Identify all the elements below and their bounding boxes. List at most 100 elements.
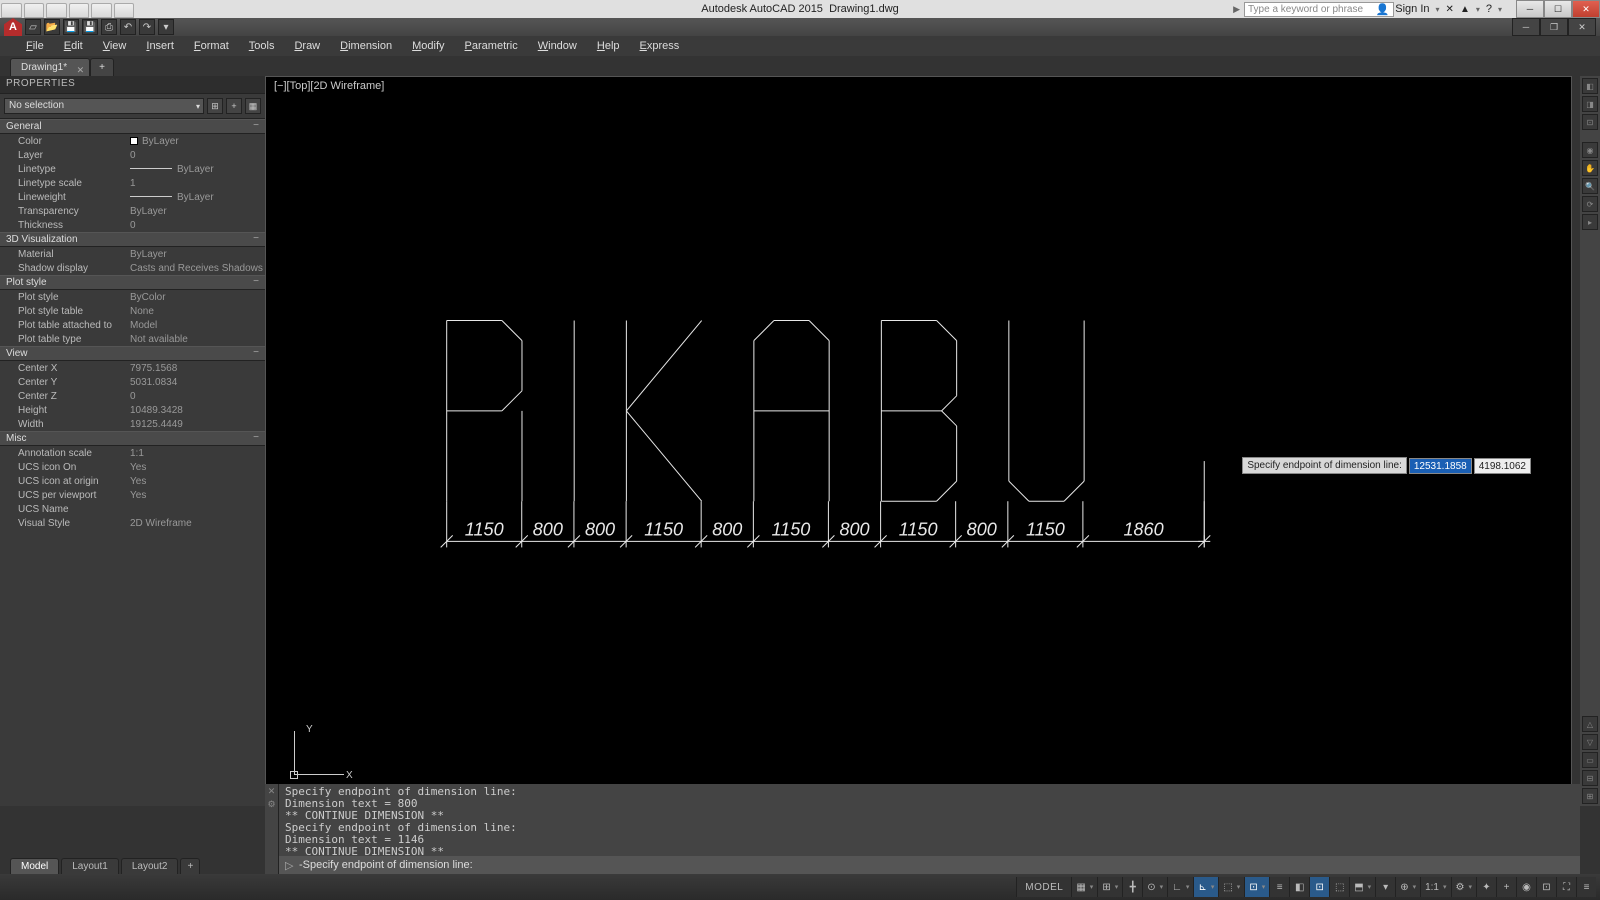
new-icon[interactable]: ▱ [25, 19, 41, 35]
3dosnap-button[interactable]: ⬚ [1329, 877, 1349, 897]
signin-link[interactable]: Sign In [1395, 3, 1429, 15]
dyn-value-2[interactable]: 4198.1062 [1474, 458, 1531, 474]
undo-icon[interactable]: ↶ [120, 19, 136, 35]
help-icon[interactable]: ? [1486, 3, 1492, 15]
menu-insert[interactable]: Insert [136, 38, 184, 54]
app-logo[interactable]: A [4, 18, 22, 36]
nav-icon[interactable]: ▭ [1582, 752, 1598, 768]
prop-row[interactable]: UCS icon at originYes [0, 474, 265, 488]
selection-filter-button[interactable]: ▾ [1375, 877, 1395, 897]
dynamic-input-button[interactable]: ⊙ [1142, 877, 1167, 897]
drawing-canvas[interactable]: [−][Top][2D Wireframe] 11508008001150800… [265, 76, 1572, 806]
prop-row[interactable]: Plot table typeNot available [0, 332, 265, 346]
menu-express[interactable]: Express [630, 38, 690, 54]
prop-section-general[interactable]: General [0, 119, 265, 134]
ortho-button[interactable]: ∟ [1167, 877, 1193, 897]
clean-screen-button[interactable]: ⛶ [1556, 877, 1576, 897]
pickadd-icon[interactable]: + [226, 98, 242, 114]
menu-tools[interactable]: Tools [239, 38, 285, 54]
open-icon[interactable]: 📂 [44, 19, 60, 35]
menu-modify[interactable]: Modify [402, 38, 454, 54]
prop-row[interactable]: LineweightByLayer [0, 190, 265, 204]
prop-row[interactable]: MaterialByLayer [0, 247, 265, 261]
dyn-ucs-button[interactable]: ⬒ [1349, 877, 1375, 897]
exchange-dropdown-icon[interactable]: ▾ [1476, 5, 1480, 14]
prop-row[interactable]: TransparencyByLayer [0, 204, 265, 218]
prop-row[interactable]: Annotation scale1:1 [0, 446, 265, 460]
plot-icon[interactable]: ⎙ [101, 19, 117, 35]
orbit-icon[interactable]: ⟳ [1582, 196, 1598, 212]
layout-tab[interactable]: Layout2 [121, 858, 179, 874]
doc-close-button[interactable]: ✕ [1568, 18, 1596, 36]
prop-row[interactable]: Plot styleByColor [0, 290, 265, 304]
nav-icon[interactable]: ⊞ [1582, 788, 1598, 804]
gizmo-button[interactable]: ⊕ [1395, 877, 1420, 897]
snap-button[interactable]: ⊞ [1097, 877, 1122, 897]
dyn-value-1[interactable]: 12531.1858 [1409, 458, 1472, 474]
polar-button[interactable]: ⊾ [1193, 877, 1218, 897]
help-dropdown-icon[interactable]: ▾ [1498, 5, 1502, 14]
qat-dropdown-icon[interactable]: ▾ [158, 19, 174, 35]
menu-parametric[interactable]: Parametric [455, 38, 528, 54]
minimize-button[interactable]: ─ [1516, 0, 1544, 18]
prop-row[interactable]: Center Z0 [0, 389, 265, 403]
menu-window[interactable]: Window [528, 38, 587, 54]
prop-row[interactable]: Center Y5031.0834 [0, 375, 265, 389]
redo-icon[interactable]: ↷ [139, 19, 155, 35]
selection-cycling-button[interactable]: ⊡ [1309, 877, 1329, 897]
model-space-button[interactable]: MODEL [1016, 877, 1071, 897]
prop-section-plot[interactable]: Plot style [0, 275, 265, 290]
close-button[interactable]: ✕ [1572, 0, 1600, 18]
quick-select-icon[interactable]: ⊞ [207, 98, 223, 114]
saveas-icon[interactable]: 💾 [82, 19, 98, 35]
prop-row[interactable]: LinetypeByLayer [0, 162, 265, 176]
menu-file[interactable]: File [16, 38, 54, 54]
isolate-button[interactable]: ⊡ [1536, 877, 1556, 897]
nav-icon[interactable]: ▽ [1582, 734, 1598, 750]
maximize-button[interactable]: ☐ [1544, 0, 1572, 18]
menu-format[interactable]: Format [184, 38, 239, 54]
prop-row[interactable]: Linetype scale1 [0, 176, 265, 190]
browser-tab[interactable] [1, 3, 22, 18]
selection-dropdown[interactable]: No selection [4, 98, 204, 114]
isoplane-button[interactable]: ⬚ [1218, 877, 1244, 897]
browser-tab[interactable] [24, 3, 45, 18]
prop-row[interactable]: Layer0 [0, 148, 265, 162]
prop-section-misc[interactable]: Misc [0, 431, 265, 446]
hardware-accel-button[interactable]: ◉ [1516, 877, 1536, 897]
workspace-button[interactable]: ✦ [1476, 877, 1496, 897]
prop-row[interactable]: Visual Style2D Wireframe [0, 516, 265, 530]
browser-tab[interactable] [91, 3, 112, 18]
pan-icon[interactable]: ✋ [1582, 160, 1598, 176]
menu-draw[interactable]: Draw [284, 38, 330, 54]
doc-minimize-button[interactable]: ─ [1512, 18, 1540, 36]
dynamic-input[interactable]: Specify endpoint of dimension line: 1253… [1242, 457, 1531, 474]
prop-row[interactable]: UCS Name [0, 502, 265, 516]
layout-tab[interactable]: Layout1 [61, 858, 119, 874]
nav-icon[interactable]: ◧ [1582, 78, 1598, 94]
prop-row[interactable]: Plot table attached toModel [0, 318, 265, 332]
add-layout-button[interactable]: + [180, 858, 200, 874]
prop-row[interactable]: UCS icon OnYes [0, 460, 265, 474]
lineweight-button[interactable]: ≡ [1269, 877, 1289, 897]
prop-section-view[interactable]: View [0, 346, 265, 361]
anno-monitor-button[interactable]: + [1496, 877, 1516, 897]
signin-icon[interactable]: 👤 [1376, 3, 1390, 16]
autodesk-icon[interactable]: ▲ [1460, 4, 1470, 15]
infer-button[interactable]: ╋ [1122, 877, 1142, 897]
browser-tab[interactable] [114, 3, 135, 18]
nav-icon[interactable]: ⊡ [1582, 114, 1598, 130]
osnap-button[interactable]: ⊡ [1244, 877, 1269, 897]
prop-row[interactable]: Shadow displayCasts and Receives Shadows [0, 261, 265, 275]
cmd-handle[interactable]: ✕⚙ [265, 784, 279, 874]
command-line[interactable]: ✕⚙ Specify endpoint of dimension line:Di… [265, 784, 1580, 874]
prop-row[interactable]: Center X7975.1568 [0, 361, 265, 375]
select-objects-icon[interactable]: ▦ [245, 98, 261, 114]
prop-row[interactable]: Height10489.3428 [0, 403, 265, 417]
nav-icon[interactable]: △ [1582, 716, 1598, 732]
prop-row[interactable]: Plot style tableNone [0, 304, 265, 318]
nav-icon[interactable]: ⊟ [1582, 770, 1598, 786]
nav-icon[interactable]: ◨ [1582, 96, 1598, 112]
prop-row[interactable]: Thickness0 [0, 218, 265, 232]
showmotion-icon[interactable]: ▸ [1582, 214, 1598, 230]
